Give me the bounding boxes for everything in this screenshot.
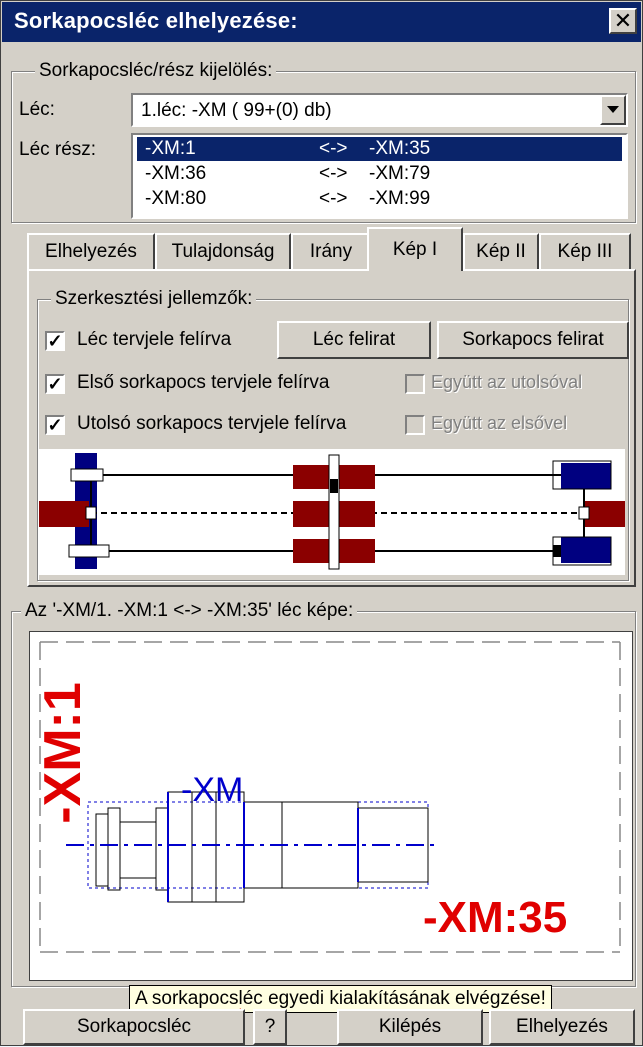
title-bar[interactable]: Sorkapocsléc elhelyezése: ✕	[2, 2, 641, 42]
terminal-strip-diagram	[39, 449, 625, 575]
dropdown-arrow-button[interactable]	[600, 95, 626, 125]
preview-group-label: Az '-XM/1. -XM:1 <-> -XM:35' léc képe:	[21, 600, 358, 622]
elso-sorkapocs-checkbox[interactable]: ✓	[45, 374, 65, 394]
sorkapocsleс-button[interactable]: Sorkapocsléc	[23, 1009, 245, 1045]
list-item-to: -XM:79	[369, 163, 431, 184]
sorkapocs-felirat-button[interactable]: Sorkapocs felirat	[437, 321, 629, 359]
exit-button[interactable]: Kilépés	[337, 1009, 483, 1045]
place-button[interactable]: Elhelyezés	[489, 1009, 635, 1045]
props-group-label: Szerkesztési jellemzők:	[51, 288, 257, 310]
lec-label: Léc:	[19, 99, 55, 120]
egyutt-elsovel-checkbox[interactable]	[405, 415, 425, 435]
lec-dropdown-value: 1.léc: -XM ( 99+(0) db)	[141, 100, 332, 121]
lec-felirat-button[interactable]: Léc felirat	[277, 321, 431, 359]
tab-kep-1[interactable]: Kép I	[367, 227, 463, 271]
lecresz-list[interactable]: -XM:1 <-> -XM:35 -XM:36 <-> -XM:79 -XM:8…	[131, 133, 628, 219]
tab-elhelyezes[interactable]: Elhelyezés	[27, 233, 155, 269]
list-item-to: -XM:99	[369, 188, 431, 209]
chevron-down-icon	[607, 106, 619, 113]
utolso-sorkapocs-checkbox[interactable]: ✓	[45, 415, 65, 435]
lec-dropdown[interactable]: 1.léc: -XM ( 99+(0) db)	[131, 93, 628, 127]
preview-top-label: -XM:1	[34, 682, 92, 824]
list-item[interactable]: -XM:80 <-> -XM:99	[137, 187, 622, 211]
window-title: Sorkapocsléc elhelyezése:	[14, 8, 298, 33]
list-item-from: -XM:1	[145, 138, 196, 159]
lecresz-label: Léc rész:	[19, 139, 97, 160]
preview-mid-label: -XM	[181, 771, 244, 809]
utolso-sorkapocs-label: Utolsó sorkapocs tervjele felírva	[77, 413, 347, 434]
list-item-sep: <->	[319, 188, 348, 209]
tab-kep-3[interactable]: Kép III	[539, 233, 631, 269]
tab-irany[interactable]: Irány	[291, 233, 371, 269]
list-item-from: -XM:36	[145, 163, 207, 184]
dialog-window: Sorkapocsléc elhelyezése: ✕ Sorkapocsléc…	[0, 0, 643, 1046]
list-item-sep: <->	[319, 163, 348, 184]
egyutt-utolsoval-label: Együtt az utolsóval	[431, 372, 583, 392]
list-item[interactable]: -XM:1 <-> -XM:35	[137, 137, 622, 161]
egyutt-utolsoval-checkbox[interactable]	[405, 374, 425, 394]
selection-group-label: Sorkapocsléc/rész kijelölés:	[35, 60, 277, 82]
elso-sorkapocs-label: Első sorkapocs tervjele felírva	[77, 372, 330, 393]
help-button[interactable]: ?	[253, 1009, 287, 1045]
egyutt-elsovel-label: Együtt az elsővel	[431, 413, 568, 433]
list-item[interactable]: -XM:36 <-> -XM:79	[137, 162, 622, 186]
close-button[interactable]: ✕	[609, 8, 637, 34]
lec-tervjel-label: Léc tervjele felírva	[77, 329, 232, 350]
tab-kep-2[interactable]: Kép II	[463, 233, 539, 269]
lec-tervjel-checkbox[interactable]: ✓	[45, 331, 65, 351]
list-item-sep: <->	[319, 138, 348, 159]
tab-tulajdonsag[interactable]: Tulajdonság	[155, 233, 291, 269]
list-item-to: -XM:35	[369, 138, 431, 159]
preview-bottom-label: -XM:35	[423, 893, 568, 942]
list-item-from: -XM:80	[145, 188, 207, 209]
